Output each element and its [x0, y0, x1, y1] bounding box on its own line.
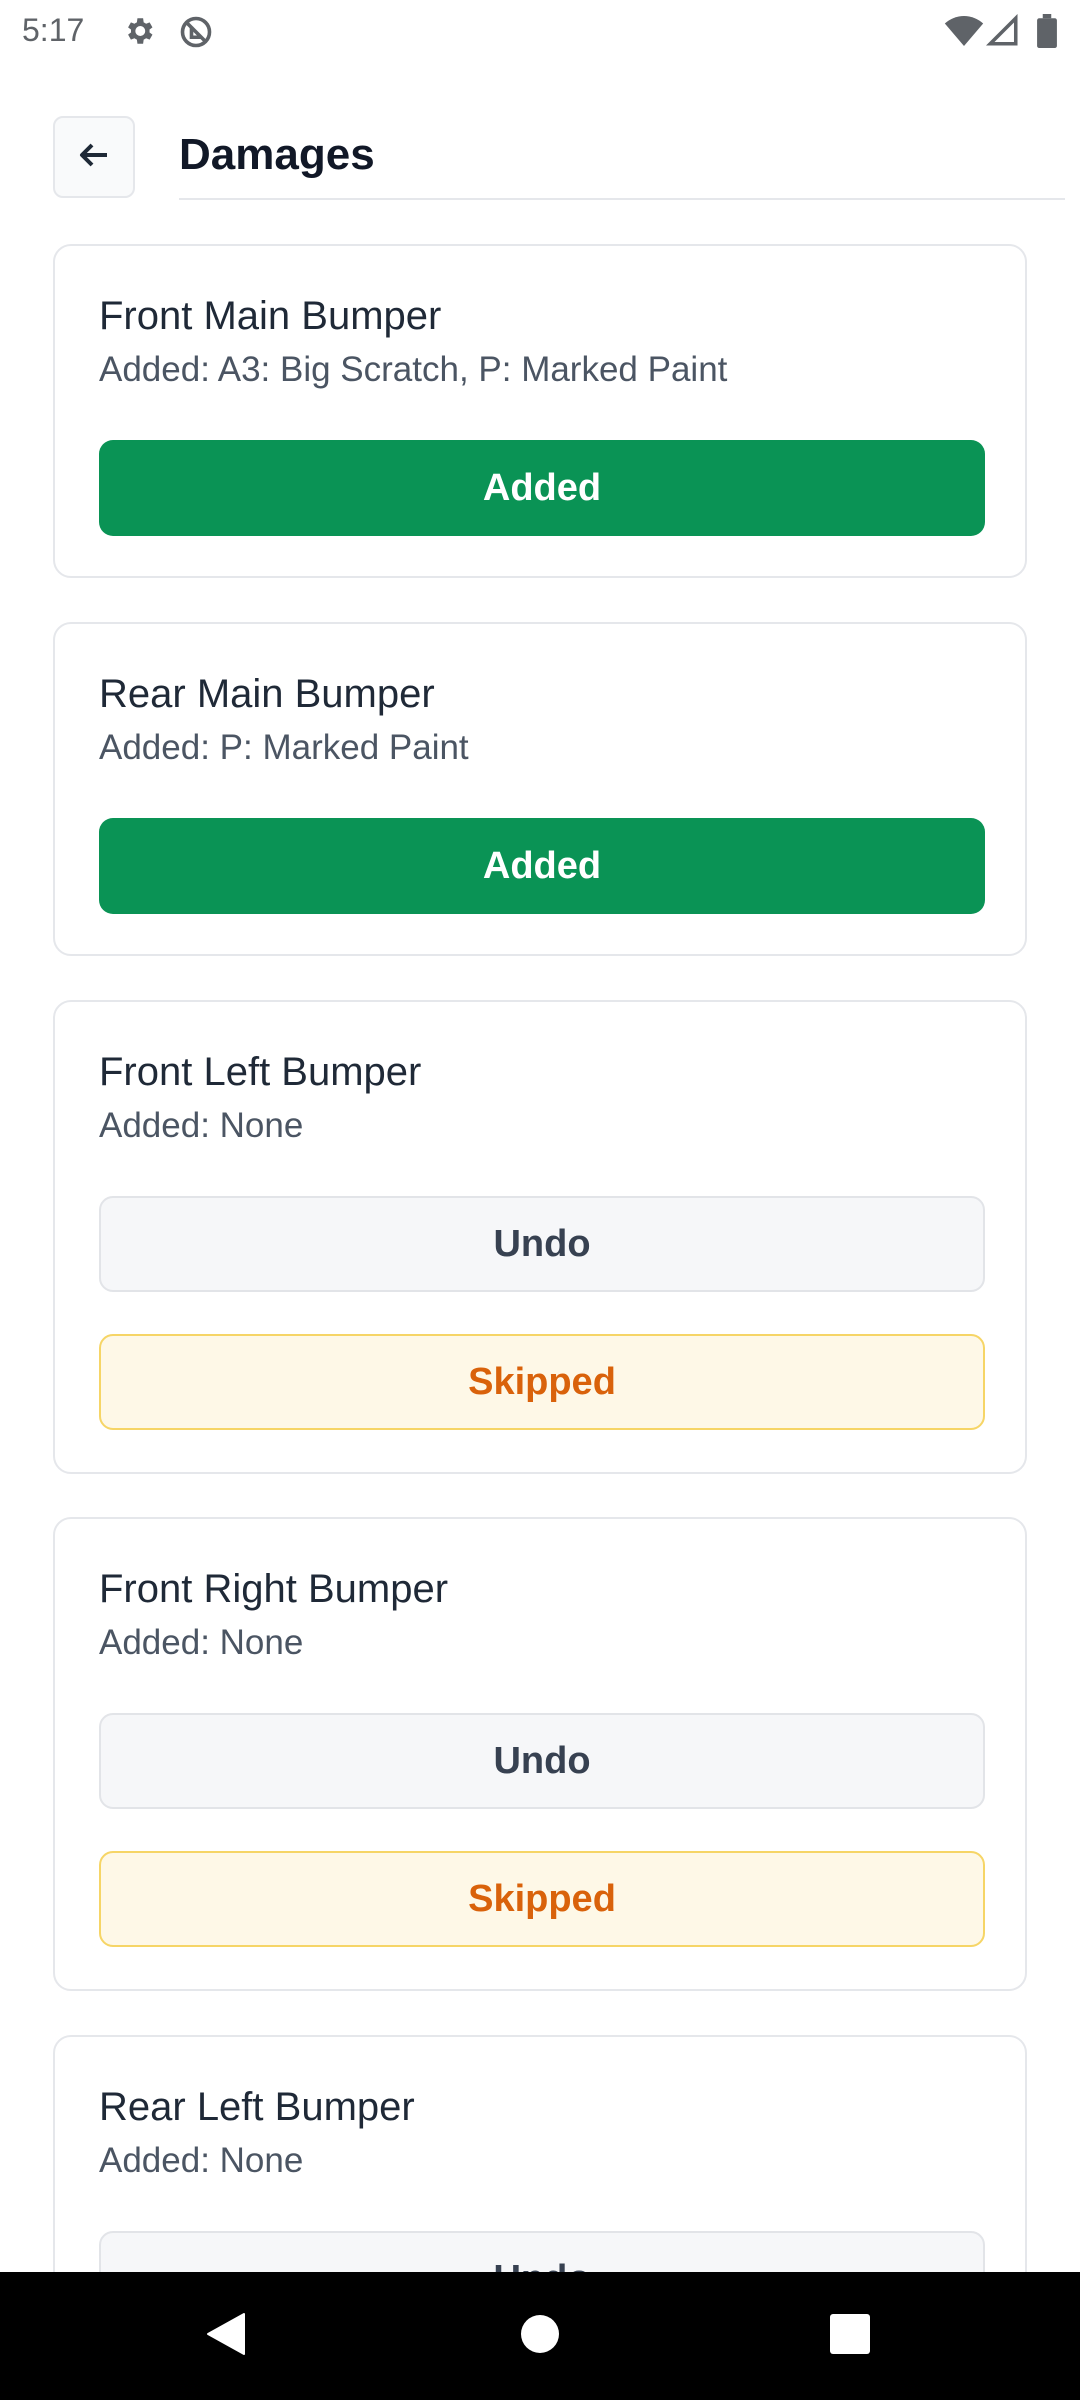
- damage-title: Front Left Bumper: [99, 1050, 422, 1094]
- damage-card: Rear Main Bumper Added: P: Marked Paint …: [53, 622, 1027, 956]
- nav-home-button[interactable]: [480, 2272, 600, 2400]
- status-time: 5:17: [22, 12, 85, 48]
- page-header: Damages: [53, 116, 1065, 200]
- system-nav-bar: [0, 2272, 1080, 2400]
- skipped-button[interactable]: Skipped: [99, 1334, 985, 1430]
- damage-added-summary: Added: A3: Big Scratch, P: Marked Paint: [99, 350, 728, 389]
- damage-added-summary: Added: P: Marked Paint: [99, 728, 469, 767]
- undo-button[interactable]: Undo: [99, 2231, 985, 2272]
- damage-title: Front Main Bumper: [99, 294, 442, 338]
- wifi-icon: [944, 14, 984, 48]
- nav-back-button[interactable]: [166, 2272, 286, 2400]
- nav-recents-button[interactable]: [790, 2272, 910, 2400]
- damage-title: Rear Left Bumper: [99, 2085, 415, 2129]
- damage-card: Rear Left Bumper Added: None Undo: [53, 2035, 1027, 2272]
- undo-button[interactable]: Undo: [99, 1196, 985, 1292]
- status-bar: 5:17: [0, 0, 1080, 62]
- home-circle-icon: [520, 2314, 560, 2359]
- damage-card: Front Main Bumper Added: A3: Big Scratch…: [53, 244, 1027, 578]
- signal-icon: [985, 13, 1020, 48]
- arrow-left-icon: [78, 141, 110, 174]
- damage-title: Front Right Bumper: [99, 1567, 449, 1611]
- damage-card: Front Right Bumper Added: None Undo Skip…: [53, 1517, 1027, 1991]
- back-triangle-icon: [204, 2310, 248, 2363]
- damage-card: Front Left Bumper Added: None Undo Skipp…: [53, 1000, 1027, 1474]
- damage-added-summary: Added: None: [99, 1106, 304, 1145]
- recents-square-icon: [829, 2313, 871, 2360]
- page-title: Damages: [179, 130, 375, 179]
- added-button[interactable]: Added: [99, 818, 985, 914]
- do-not-disturb-icon: [178, 14, 212, 48]
- gear-icon: [122, 14, 156, 48]
- damage-list[interactable]: Front Main Bumper Added: A3: Big Scratch…: [0, 200, 1080, 2272]
- battery-icon: [1036, 14, 1060, 48]
- back-button[interactable]: [53, 116, 135, 198]
- undo-button[interactable]: Undo: [99, 1713, 985, 1809]
- added-button[interactable]: Added: [99, 440, 985, 536]
- damage-title: Rear Main Bumper: [99, 672, 435, 716]
- damage-added-summary: Added: None: [99, 1623, 304, 1662]
- damage-added-summary: Added: None: [99, 2141, 304, 2180]
- skipped-button[interactable]: Skipped: [99, 1851, 985, 1947]
